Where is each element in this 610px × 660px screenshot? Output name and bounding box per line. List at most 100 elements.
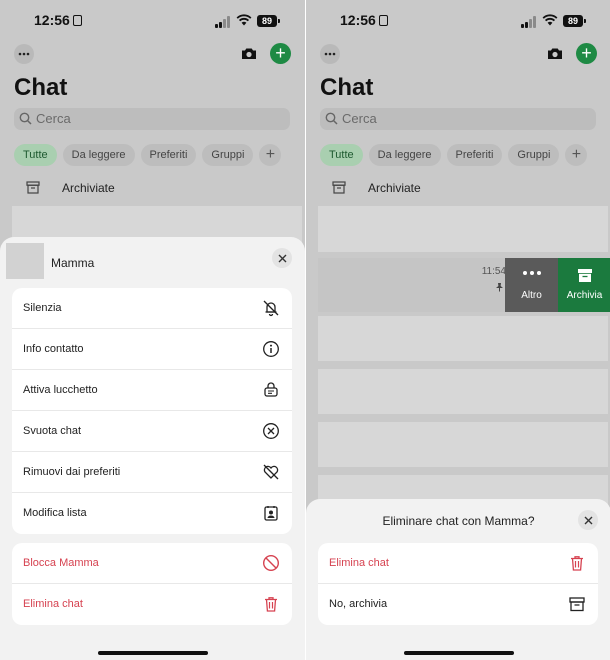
search-icon: [19, 112, 32, 125]
filter-chips: Tutte Da leggere Preferiti Gruppi +: [320, 144, 588, 166]
altro-label: Altro: [521, 290, 542, 301]
avatar: [6, 243, 44, 279]
menu-item-label: Elimina chat: [329, 557, 389, 569]
options-menu: Silenzia Info contatto Attiva lucchetto …: [12, 288, 292, 534]
menu-item-silenzia[interactable]: Silenzia: [12, 288, 292, 329]
menu-item-attiva-lucchetto[interactable]: Attiva lucchetto: [12, 370, 292, 411]
chat-list-item[interactable]: [318, 316, 608, 361]
search-placeholder: Cerca: [342, 111, 377, 126]
menu-item-blocca[interactable]: Blocca Mamma: [12, 543, 292, 584]
chip-da-leggere[interactable]: Da leggere: [62, 144, 135, 166]
chat-options-sheet: Mamma Silenzia Info contatto Attiva lucc…: [0, 237, 305, 660]
add-filter-button[interactable]: +: [259, 144, 282, 166]
status-time: 12:56: [34, 12, 82, 28]
home-indicator: [404, 651, 514, 655]
menu-item-modifica-lista[interactable]: Modifica lista: [12, 493, 292, 534]
menu-item-elimina-chat[interactable]: Elimina chat: [318, 543, 598, 584]
status-bar: 12:56 89: [0, 10, 305, 32]
filter-chips: Tutte Da leggere Preferiti Gruppi +: [14, 144, 282, 166]
status-bar: 12:56 89: [306, 10, 610, 32]
search-input[interactable]: Cerca: [320, 108, 596, 130]
page-title: Chat: [14, 74, 68, 101]
menu-item-label: Elimina chat: [23, 598, 83, 610]
left-screen: 12:56 89 + Chat Cerca Tutte Da leggere P…: [0, 0, 305, 660]
close-icon: [584, 516, 592, 524]
right-screen: 12:56 89 + Chat Cerca Tutte Da leggere P…: [306, 0, 610, 660]
more-options-button[interactable]: [14, 44, 34, 64]
archive-box-icon: [569, 597, 585, 612]
menu-item-label: Svuota chat: [23, 425, 82, 437]
menu-item-label: Attiva lucchetto: [23, 384, 98, 396]
info-icon: [263, 341, 279, 357]
more-options-button[interactable]: [320, 44, 340, 64]
confirm-menu: Elimina chat No, archivia: [318, 543, 598, 625]
search-icon: [325, 112, 338, 125]
archive-box-icon: [26, 181, 40, 194]
menu-item-label: Modifica lista: [23, 507, 87, 519]
home-indicator: [98, 651, 208, 655]
ellipsis-icon: [18, 52, 30, 56]
swiped-chat-row[interactable]: 11:54: [318, 258, 511, 312]
menu-item-label: No, archivia: [329, 598, 388, 610]
altro-action-button[interactable]: Altro: [505, 258, 558, 312]
new-chat-button[interactable]: +: [576, 43, 597, 64]
menu-item-label: Info contatto: [23, 343, 84, 355]
chat-list-item[interactable]: [318, 206, 608, 252]
menu-item-label: Silenzia: [23, 302, 62, 314]
page-title: Chat: [320, 74, 374, 101]
trash-icon: [265, 597, 277, 612]
circle-x-icon: [263, 423, 279, 439]
contact-name: Mamma: [51, 256, 95, 270]
ellipsis-icon: [324, 52, 336, 56]
chip-gruppi[interactable]: Gruppi: [202, 144, 254, 166]
battery-indicator: 89: [563, 15, 586, 27]
status-time: 12:56: [340, 12, 388, 28]
delete-confirm-sheet: Eliminare chat con Mamma? Elimina chat N…: [306, 499, 610, 660]
signal-icon: [521, 16, 537, 28]
trash-icon: [571, 556, 583, 571]
new-chat-button[interactable]: +: [270, 43, 291, 64]
search-placeholder: Cerca: [36, 111, 71, 126]
chip-da-leggere[interactable]: Da leggere: [368, 144, 441, 166]
archivia-label: Archivia: [566, 290, 603, 301]
chip-tutte[interactable]: Tutte: [320, 144, 363, 166]
close-button[interactable]: [272, 248, 292, 268]
camera-icon[interactable]: [547, 47, 563, 60]
bell-slash-icon: [263, 300, 279, 317]
archived-label: Archiviate: [368, 181, 421, 195]
more-dots-icon: [522, 271, 541, 275]
menu-item-label: Rimuovi dai preferiti: [23, 466, 121, 478]
menu-item-svuota-chat[interactable]: Svuota chat: [12, 411, 292, 452]
close-icon: [278, 254, 286, 262]
chat-list-item[interactable]: [318, 369, 608, 414]
wifi-icon: [542, 14, 558, 26]
wifi-icon: [236, 14, 252, 26]
chip-gruppi[interactable]: Gruppi: [508, 144, 560, 166]
chat-list-item[interactable]: [318, 422, 608, 467]
sheet-title: Eliminare chat con Mamma?: [382, 514, 535, 528]
chat-lock-icon: [264, 382, 278, 397]
menu-item-elimina-chat[interactable]: Elimina chat: [12, 584, 292, 625]
chip-tutte[interactable]: Tutte: [14, 144, 57, 166]
heart-slash-icon: [263, 464, 279, 480]
contact-list-icon: [264, 506, 278, 521]
pin-icon: [496, 283, 503, 292]
battery-indicator: 89: [257, 15, 280, 27]
close-button[interactable]: [578, 510, 598, 530]
archive-box-icon: [332, 181, 346, 194]
danger-menu: Blocca Mamma Elimina chat: [12, 543, 292, 625]
menu-item-info-contatto[interactable]: Info contatto: [12, 329, 292, 370]
chip-preferiti[interactable]: Preferiti: [140, 144, 197, 166]
chip-preferiti[interactable]: Preferiti: [446, 144, 503, 166]
archive-box-icon: [577, 269, 592, 282]
add-filter-button[interactable]: +: [565, 144, 588, 166]
plus-icon: +: [581, 43, 592, 63]
menu-item-rimuovi-preferiti[interactable]: Rimuovi dai preferiti: [12, 452, 292, 493]
archivia-action-button[interactable]: Archivia: [558, 258, 610, 312]
camera-icon[interactable]: [241, 47, 257, 60]
menu-item-no-archivia[interactable]: No, archivia: [318, 584, 598, 625]
search-input[interactable]: Cerca: [14, 108, 290, 130]
signal-icon: [215, 16, 231, 28]
block-icon: [262, 554, 280, 572]
plus-icon: +: [275, 43, 286, 63]
